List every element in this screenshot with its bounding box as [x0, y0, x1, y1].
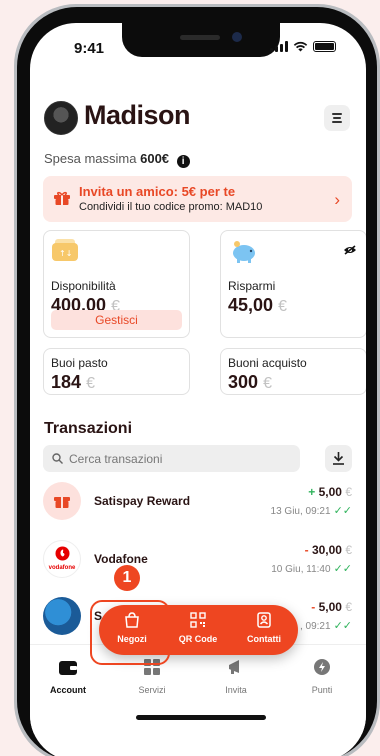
user-name: Madison	[84, 100, 191, 130]
transaction-name: Satispay Reward	[94, 494, 191, 508]
wifi-icon	[293, 41, 308, 52]
transactions-title: Transazioni	[44, 420, 133, 437]
transaction-name: Vodafone	[94, 552, 148, 566]
risparmi-label: Risparmi	[228, 279, 276, 293]
signal-icon	[270, 41, 288, 52]
manage-button[interactable]: Gestisci	[51, 310, 182, 330]
promo-title: Invita un amico: 5€ per te	[79, 184, 236, 199]
phone-frame: 9:41 Madison Spesa massima 600€ i Invita…	[14, 4, 380, 756]
transaction-date: 10 Giu, 11:40 ✓✓	[271, 563, 352, 575]
bolt-icon	[314, 659, 330, 675]
contatti-button[interactable]: Contatti	[231, 612, 297, 644]
tab-invita-label: Invita	[225, 685, 247, 695]
profile-header: Madison	[44, 99, 352, 137]
step-badge: 1	[114, 565, 140, 591]
wallet-icon: ↑↓	[52, 239, 78, 261]
battery-icon	[313, 41, 336, 52]
menu-button[interactable]	[324, 105, 350, 131]
double-check-icon: ✓✓	[333, 505, 352, 517]
promo-banner[interactable]: Invita un amico: 5€ per te Condividi il …	[43, 176, 352, 222]
buoni-acquisto-value: 300 €	[228, 372, 272, 392]
contact-card-icon	[257, 612, 271, 628]
search-placeholder: Cerca transazioni	[69, 452, 163, 466]
tab-punti[interactable]: Punti	[292, 659, 352, 695]
tab-punti-label: Punti	[311, 685, 333, 695]
gift-icon	[54, 191, 70, 205]
card-disponibilita[interactable]: ↑↓ Disponibilità 400,00 € Gestisci	[43, 230, 190, 338]
max-spend-label: Spesa massima	[44, 151, 137, 166]
svg-text:↑↓: ↑↓	[59, 249, 72, 258]
satispay-logo	[43, 482, 81, 520]
avatar[interactable]	[44, 101, 78, 135]
tab-bar: Account Servizi Invita Punti	[30, 644, 366, 734]
double-check-icon: ✓✓	[333, 620, 352, 632]
status-bar: 9:41	[30, 38, 366, 58]
double-check-icon: ✓✓	[333, 563, 352, 575]
contatti-label: Contatti	[247, 634, 281, 644]
gift-icon	[54, 497, 70, 508]
max-spend-value: 600€	[140, 151, 170, 166]
tab-account-label: Account	[50, 685, 86, 695]
qr-code-button[interactable]: QR Code	[165, 612, 231, 644]
vodafone-logo-text: vodafone	[48, 565, 76, 571]
megaphone-icon	[229, 660, 239, 674]
transaction-amount: - 5,00 €	[311, 600, 352, 614]
status-time: 9:41	[74, 40, 105, 57]
transaction-amount: + 5,00 €	[308, 485, 352, 499]
vodafone-icon	[55, 546, 70, 561]
merchant-logo	[43, 597, 81, 635]
buoni-pasto-value: 184 €	[51, 372, 95, 392]
transaction-amount: - 30,00 €	[304, 543, 352, 557]
transaction-date: 13 Giu, 09:21 ✓✓	[270, 505, 352, 517]
risparmi-value: 45,00 €	[228, 295, 287, 315]
qr-code-icon	[190, 612, 206, 628]
buoni-pasto-label: Buoi pasto	[51, 356, 108, 370]
vodafone-logo: vodafone	[43, 540, 81, 578]
piggy-bank-icon	[233, 241, 255, 263]
card-buoni-acquisto[interactable]: Buoni acquisto 300 €	[220, 348, 366, 395]
max-spend: Spesa massima 600€ i	[44, 151, 190, 168]
qr-code-label: QR Code	[178, 634, 218, 644]
download-icon	[333, 452, 344, 465]
download-button[interactable]	[325, 445, 352, 472]
promo-subtitle: Condividi il tuo codice promo: MAD10	[79, 201, 263, 213]
home-indicator	[136, 715, 266, 720]
buoni-acquisto-label: Buoni acquisto	[228, 356, 307, 370]
transaction-row[interactable]: vodafone Vodafone - 30,00 € 10 Giu, 11:4…	[43, 536, 352, 584]
chevron-right-icon: ›	[334, 190, 340, 209]
transaction-date: , 09:21 ✓✓	[299, 620, 352, 632]
negozi-highlight-outline	[90, 600, 170, 665]
card-buoni-pasto[interactable]: Buoi pasto 184 €	[43, 348, 190, 395]
app-screen: 9:41 Madison Spesa massima 600€ i Invita…	[30, 23, 366, 756]
eye-off-icon[interactable]	[343, 245, 357, 255]
info-icon[interactable]: i	[176, 155, 190, 168]
search-icon	[52, 453, 63, 464]
transaction-row[interactable]: Satispay Reward + 5,00 € 13 Giu, 09:21 ✓✓	[43, 478, 352, 526]
search-input[interactable]: Cerca transazioni	[43, 445, 300, 472]
wallet-icon	[59, 661, 77, 675]
tab-servizi-label: Servizi	[138, 685, 166, 695]
tab-account[interactable]: Account	[38, 659, 98, 695]
tab-invita[interactable]: Invita	[206, 659, 266, 695]
disponibilita-label: Disponibilità	[51, 279, 116, 293]
card-risparmi[interactable]: Risparmi 45,00 €	[220, 230, 366, 338]
